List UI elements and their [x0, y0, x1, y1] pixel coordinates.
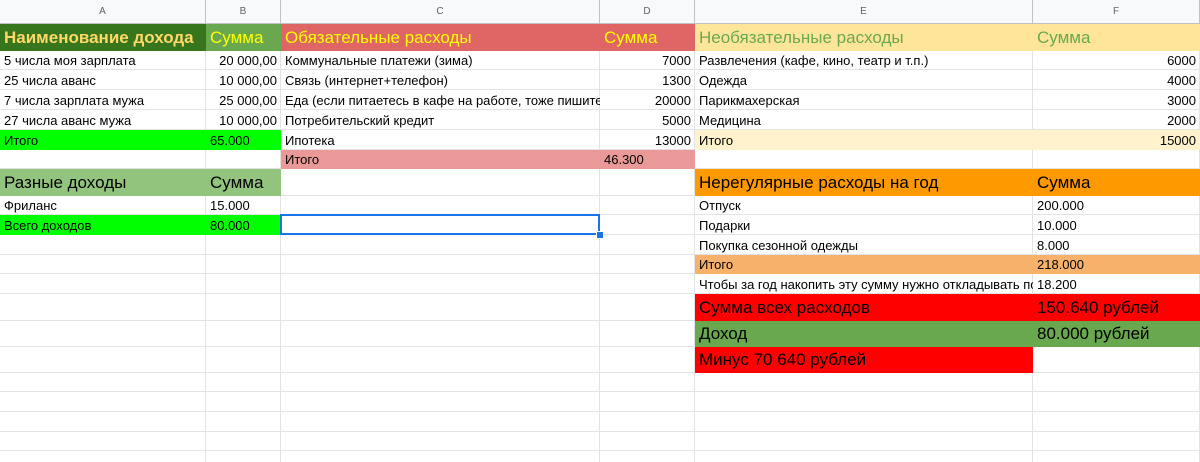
grid-line	[0, 411, 1200, 412]
income-row-name[interactable]: 27 числа аванс мужа	[0, 110, 206, 130]
irregular-monthly-value[interactable]: 18.200	[1033, 274, 1200, 294]
mandatory-row-name[interactable]: Связь (интернет+телефон)	[281, 70, 600, 90]
column-header-f[interactable]: F	[1033, 0, 1200, 24]
optional-row-sum[interactable]: 3000	[1033, 90, 1200, 110]
column-header-b[interactable]: B	[206, 0, 281, 24]
mandatory-row-sum[interactable]: 7000	[600, 51, 695, 70]
irregular-monthly-label[interactable]: Чтобы за год накопить эту сумму нужно от…	[695, 274, 1033, 294]
spreadsheet: A B C D E F Наименование дохода Сумма 5 …	[0, 0, 1200, 462]
mandatory-row-sum[interactable]: 20000	[600, 90, 695, 110]
mandatory-row-sum[interactable]: 1300	[600, 70, 695, 90]
optional-total-value[interactable]: 15000	[1033, 130, 1200, 150]
mandatory-total-value[interactable]: 46.300	[600, 150, 695, 169]
mandatory-row-sum[interactable]: 5000	[600, 110, 695, 130]
optional-row-name[interactable]: Развлечения (кафе, кино, театр и т.п.)	[695, 51, 1033, 70]
income-sum-header[interactable]: Сумма	[206, 24, 281, 51]
total-expenses-value[interactable]: 150.640 рублей	[1033, 294, 1200, 321]
column-header-a[interactable]: A	[0, 0, 206, 24]
column-header-e[interactable]: E	[695, 0, 1033, 24]
income-summary-value[interactable]: 80.000 рублей	[1033, 321, 1200, 347]
irregular-row-sum[interactable]: 200.000	[1033, 196, 1200, 215]
income-row-sum[interactable]: 10 000,00	[206, 70, 281, 90]
irregular-total-label[interactable]: Итого	[695, 255, 1033, 274]
mandatory-row-name[interactable]: Ипотека	[281, 130, 600, 150]
optional-row-name[interactable]: Медицина	[695, 110, 1033, 130]
other-income-header[interactable]: Разные доходы	[0, 169, 206, 196]
income-total-value[interactable]: 65.000	[206, 130, 281, 150]
income-row-sum[interactable]: 25 000,00	[206, 90, 281, 110]
income-row-sum[interactable]: 20 000,00	[206, 51, 281, 70]
optional-row-name[interactable]: Одежда	[695, 70, 1033, 90]
income-row-name[interactable]: 7 числа зарплата мужа	[0, 90, 206, 110]
balance-label[interactable]: Минус 70 640 рублей	[695, 347, 1033, 373]
mandatory-row-sum[interactable]: 13000	[600, 130, 695, 150]
income-row-name[interactable]: 5 числа моя зарплата	[0, 51, 206, 70]
column-header-d[interactable]: D	[600, 0, 695, 24]
total-expenses-label[interactable]: Сумма всех расходов	[695, 294, 1033, 321]
fill-handle[interactable]	[596, 231, 604, 239]
irregular-total-value[interactable]: 218.000	[1033, 255, 1200, 274]
mandatory-header[interactable]: Обязательные расходы	[281, 24, 600, 51]
grid-line	[0, 431, 1200, 432]
other-income-total-value[interactable]: 80.000	[206, 215, 281, 235]
mandatory-total-label[interactable]: Итого	[281, 150, 600, 169]
mandatory-row-name[interactable]: Еда (если питаетесь в кафе на работе, то…	[281, 90, 600, 110]
optional-row-sum[interactable]: 6000	[1033, 51, 1200, 70]
irregular-row-name[interactable]: Подарки	[695, 215, 1033, 235]
optional-row-name[interactable]: Парикмахерская	[695, 90, 1033, 110]
irregular-row-sum[interactable]: 8.000	[1033, 235, 1200, 255]
income-total-label[interactable]: Итого	[0, 130, 206, 150]
other-income-row-sum[interactable]: 15.000	[206, 196, 281, 215]
income-row-sum[interactable]: 10 000,00	[206, 110, 281, 130]
optional-row-sum[interactable]: 2000	[1033, 110, 1200, 130]
grid-line	[0, 450, 1200, 451]
optional-header[interactable]: Необязательные расходы	[695, 24, 1033, 51]
grid-line	[0, 391, 1200, 392]
income-row-name[interactable]: 25 числа аванс	[0, 70, 206, 90]
mandatory-row-name[interactable]: Потребительский кредит	[281, 110, 600, 130]
irregular-row-name[interactable]: Покупка сезонной одежды	[695, 235, 1033, 255]
irregular-row-name[interactable]: Отпуск	[695, 196, 1033, 215]
income-summary-label[interactable]: Доход	[695, 321, 1033, 347]
irregular-header[interactable]: Нерегулярные расходы на год	[695, 169, 1033, 196]
mandatory-row-name[interactable]: Коммунальные платежи (зима)	[281, 51, 600, 70]
irregular-sum-header[interactable]: Сумма	[1033, 169, 1200, 196]
other-income-total-label[interactable]: Всего доходов	[0, 215, 206, 235]
other-income-sum-header[interactable]: Сумма	[206, 169, 281, 196]
optional-sum-header[interactable]: Сумма	[1033, 24, 1200, 51]
mandatory-sum-header[interactable]: Сумма	[600, 24, 695, 51]
optional-total-label[interactable]: Итого	[695, 130, 1033, 150]
selected-cell[interactable]	[280, 214, 600, 235]
other-income-row-name[interactable]: Фриланс	[0, 196, 206, 215]
column-header-c[interactable]: C	[281, 0, 600, 24]
irregular-row-sum[interactable]: 10.000	[1033, 215, 1200, 235]
optional-row-sum[interactable]: 4000	[1033, 70, 1200, 90]
income-header[interactable]: Наименование дохода	[0, 24, 206, 51]
